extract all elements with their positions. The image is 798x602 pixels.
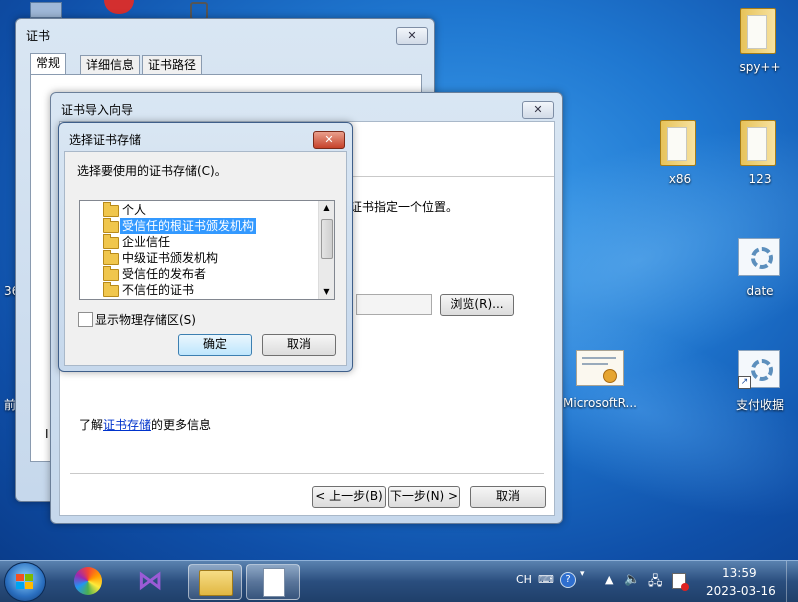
language-indicator[interactable]: CH (516, 573, 532, 586)
taskbar-app-color[interactable] (62, 564, 114, 598)
store-item-trusted-publishers[interactable]: 受信任的发布者 (80, 266, 318, 282)
store-item-label: 受信任的根证书颁发机构 (120, 218, 257, 234)
taskbar-app-visual-studio[interactable]: ⋈ (124, 564, 176, 598)
volume-icon[interactable]: 🔈 (624, 572, 640, 587)
cancel-button[interactable]: 取消 (262, 334, 336, 356)
folder-icon (103, 282, 119, 297)
windows-logo-icon (16, 574, 34, 590)
tab-general[interactable]: 常规 (30, 53, 67, 74)
shortcut-arrow-icon: ↗ (738, 376, 751, 389)
desktop-icon-x86[interactable]: x86 (640, 118, 720, 190)
keyboard-icon[interactable]: ⌨ (538, 573, 554, 586)
show-desktop-button[interactable] (786, 561, 798, 602)
action-center-icon[interactable] (672, 573, 689, 591)
folder-icon (740, 8, 776, 54)
folder-icon (103, 202, 119, 217)
close-button[interactable]: ✕ (396, 27, 428, 45)
color-wheel-icon (74, 567, 102, 595)
gear-icon (738, 238, 780, 276)
close-button[interactable]: ✕ (313, 131, 345, 149)
learn-suffix: 的更多信息 (151, 418, 212, 432)
file-explorer-icon (199, 570, 233, 596)
browse-button[interactable]: 浏览(R)... (440, 294, 514, 316)
partial-red-icon[interactable] (104, 0, 134, 14)
learn-prefix: 了解 (79, 418, 104, 432)
dialog-body: 选择要使用的证书存储(C)。 个人 受信任的根证书颁发机构 企业信任 中级证书颁… (64, 151, 347, 366)
store-item-label: 企业信任 (122, 235, 171, 249)
clock-time[interactable]: 13:59 (722, 566, 757, 580)
visual-studio-icon: ⋈ (137, 566, 163, 596)
desktop-icon-123[interactable]: 123 (720, 118, 798, 190)
desktop: 36 前 spy++ x86 123 date MicrosoftR... ↗ … (0, 0, 798, 560)
desktop-icon-label: 123 (748, 172, 772, 186)
close-button[interactable]: ✕ (522, 101, 554, 119)
select-store-dialog: 选择证书存储 ✕ 选择要使用的证书存储(C)。 个人 受信任的根证书颁发机构 企… (58, 122, 353, 372)
desktop-icon-receipt[interactable]: ↗ 支付收据 (720, 348, 798, 414)
store-list[interactable]: 个人 受信任的根证书颁发机构 企业信任 中级证书颁发机构 受信任的发布者 不信任… (79, 200, 335, 300)
help-icon[interactable]: ? (560, 572, 576, 588)
folder-icon (103, 218, 119, 233)
taskbar: ⋈ CH ⌨ ? ▾ ▲ 🔈 🖧 13:59 2023-03-16 (0, 560, 798, 602)
desktop-icon-label: date (746, 284, 774, 298)
show-hidden-icons[interactable]: ▲ (605, 573, 613, 586)
folder-icon (103, 250, 119, 265)
show-physical-checkbox[interactable] (78, 312, 93, 327)
folder-icon (660, 120, 696, 166)
store-item-personal[interactable]: 个人 (80, 202, 318, 218)
store-item-label: 受信任的发布者 (122, 267, 207, 281)
footer-separator (70, 473, 544, 474)
folder-icon (103, 234, 119, 249)
store-item-label: 不信任的证书 (122, 283, 195, 297)
store-path-field[interactable] (356, 294, 432, 315)
next-button[interactable]: 下一步(N) > (388, 486, 460, 508)
learn-more-text: 了解证书存储的更多信息 (79, 416, 211, 433)
taskbar-app-document[interactable] (246, 564, 300, 600)
desktop-icon-spypp[interactable]: spy++ (720, 6, 798, 78)
desktop-icon-microsoftr[interactable]: MicrosoftR... (560, 348, 640, 414)
show-physical-label[interactable]: 显示物理存储区(S) (95, 311, 196, 328)
desktop-icon-label: 支付收据 (735, 398, 784, 412)
partial-text: I (45, 427, 49, 441)
window-title: 证书 (26, 29, 51, 43)
tab-details[interactable]: 详细信息 (80, 55, 141, 74)
certificate-icon (576, 350, 624, 386)
store-item-untrusted[interactable]: 不信任的证书 (80, 282, 318, 298)
network-icon[interactable]: 🖧 (648, 572, 663, 594)
desktop-icon-date[interactable]: date (720, 236, 798, 302)
store-prompt: 选择要使用的证书存储(C)。 (77, 164, 227, 178)
folder-icon (103, 266, 119, 281)
location-text: 证书指定一个位置。 (350, 200, 459, 214)
desktop-icon-label: MicrosoftR... (563, 396, 637, 410)
tab-strip: 常规 详细信息 证书路径 (30, 53, 420, 75)
scroll-down-icon[interactable]: ▼ (319, 285, 334, 299)
ime-options-icon[interactable]: ▾ (580, 569, 585, 579)
document-icon (263, 568, 285, 597)
store-list-scrollbar[interactable]: ▲ ▼ (318, 201, 334, 299)
back-button[interactable]: < 上一步(B) (312, 486, 386, 508)
desktop-icon-label: x86 (668, 172, 692, 186)
partial-desktop-icon[interactable] (30, 2, 62, 18)
clock-date[interactable]: 2023-03-16 (706, 584, 776, 598)
scroll-thumb[interactable] (321, 219, 333, 259)
cancel-button[interactable]: 取消 (470, 486, 546, 508)
store-item-enterprise-trust[interactable]: 企业信任 (80, 234, 318, 250)
store-item-intermediate-ca[interactable]: 中级证书颁发机构 (80, 250, 318, 266)
folder-icon (740, 120, 776, 166)
cert-store-link[interactable]: 证书存储 (103, 418, 151, 432)
desktop-icon-label: spy++ (739, 60, 781, 74)
store-item-label: 个人 (122, 203, 147, 217)
window-title: 证书导入向导 (61, 103, 134, 117)
dialog-title: 选择证书存储 (69, 133, 142, 147)
tab-cert-path[interactable]: 证书路径 (142, 55, 203, 74)
store-item-trusted-root[interactable]: 受信任的根证书颁发机构 (80, 218, 318, 234)
ok-button[interactable]: 确定 (178, 334, 252, 356)
start-button[interactable] (4, 562, 46, 602)
store-item-label: 中级证书颁发机构 (122, 251, 219, 265)
scroll-up-icon[interactable]: ▲ (319, 201, 334, 215)
taskbar-app-explorer[interactable] (188, 564, 242, 600)
